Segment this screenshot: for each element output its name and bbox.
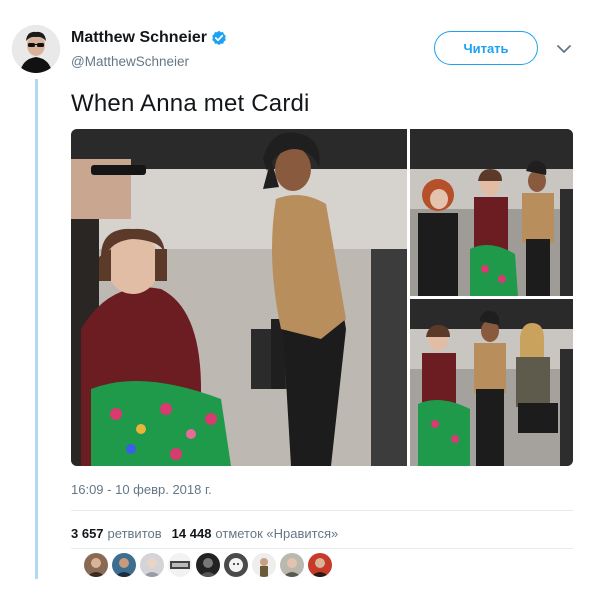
likes-label: отметок «Нравится» <box>215 526 339 541</box>
author-display-name[interactable]: Matthew Schneier <box>71 29 207 47</box>
liker-avatar[interactable] <box>196 553 220 577</box>
user-avatar-icon[interactable] <box>12 25 60 73</box>
photo-bottom-right[interactable] <box>410 299 573 466</box>
author-username[interactable]: @MatthewSchneier <box>71 54 189 69</box>
retweets-count: 3 657 <box>71 526 104 541</box>
likes-count: 14 448 <box>171 526 212 541</box>
liker-avatar[interactable] <box>84 553 108 577</box>
liker-avatar[interactable] <box>280 553 304 577</box>
liker-avatar[interactable] <box>252 553 276 577</box>
tweet-stats: 3 657 ретвитов 14 448 отметок «Нравится» <box>71 526 338 541</box>
divider <box>71 548 573 549</box>
author-name-row[interactable]: Matthew Schneier <box>71 29 227 47</box>
liker-avatar[interactable] <box>224 553 248 577</box>
liker-avatar[interactable] <box>112 553 136 577</box>
thread-line <box>35 79 38 579</box>
verified-badge-icon <box>211 30 227 46</box>
tweet-text: When Anna met Cardi <box>71 90 310 117</box>
retweets-label: ретвитов <box>107 526 162 541</box>
retweets-stat[interactable]: 3 657 ретвитов <box>71 526 162 541</box>
likers-list <box>84 553 332 577</box>
tweet-card: Matthew Schneier @MatthewSchneier Читать… <box>0 0 596 598</box>
tweet-timestamp[interactable]: 16:09 - 10 февр. 2018 г. <box>71 482 212 497</box>
chevron-down-icon[interactable] <box>556 42 572 54</box>
liker-avatar[interactable] <box>168 553 192 577</box>
likes-stat[interactable]: 14 448 отметок «Нравится» <box>172 526 339 541</box>
photo-top-right[interactable] <box>410 129 573 296</box>
photo-main[interactable] <box>71 129 407 466</box>
follow-button[interactable]: Читать <box>434 31 538 65</box>
liker-avatar[interactable] <box>140 553 164 577</box>
divider <box>71 510 573 511</box>
liker-avatar[interactable] <box>308 553 332 577</box>
media-grid <box>71 129 573 466</box>
